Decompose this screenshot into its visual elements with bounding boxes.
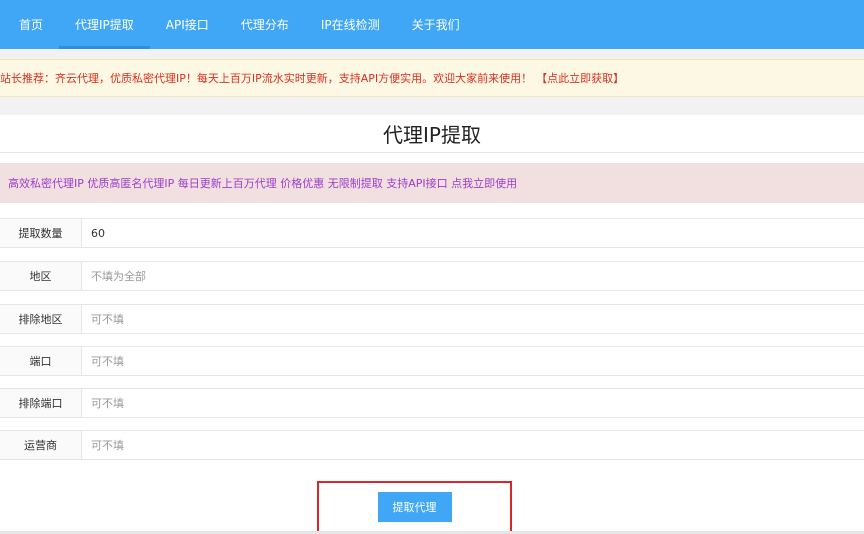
top-nav: 首页 代理IP提取 API接口 代理分布 IP在线检测 关于我们	[0, 0, 864, 49]
nav-item-proxy-extract[interactable]: 代理IP提取	[59, 0, 150, 49]
region-input[interactable]	[82, 262, 864, 290]
region-label: 地区	[0, 262, 82, 290]
form-row-count: 提取数量	[0, 218, 864, 248]
nav-item-ip-check[interactable]: IP在线检测	[305, 0, 396, 49]
submit-highlight-box: 提取代理	[317, 481, 512, 533]
count-input[interactable]	[82, 219, 864, 247]
count-label: 提取数量	[0, 219, 82, 247]
nav-item-api[interactable]: API接口	[150, 0, 225, 49]
exclude-region-input[interactable]	[82, 305, 864, 333]
notice-link[interactable]: 【点此立即获取】	[536, 70, 624, 86]
port-label: 端口	[0, 347, 82, 375]
isp-label: 运营商	[0, 431, 82, 459]
nav-item-about[interactable]: 关于我们	[396, 0, 476, 49]
extract-proxy-button[interactable]: 提取代理	[377, 492, 452, 522]
nav-item-home[interactable]: 首页	[8, 0, 59, 49]
form-row-isp: 运营商	[0, 430, 864, 460]
recommendation-notice: 站长推荐：齐云代理，优质私密代理IP！每天上百万IP流水实时更新，支持API方便…	[0, 59, 864, 97]
isp-input[interactable]	[82, 431, 864, 459]
extract-panel: 代理IP提取 高效私密代理IP 优质高匿名代理IP 每日更新上百万代理 价格优惠…	[0, 115, 864, 534]
notice-text: 站长推荐：齐云代理，优质私密代理IP！每天上百万IP流水实时更新，支持API方便…	[0, 72, 533, 85]
nav-item-proxy-distribution[interactable]: 代理分布	[225, 0, 305, 49]
exclude-port-input[interactable]	[82, 389, 864, 417]
page-title: 代理IP提取	[0, 115, 864, 153]
port-input[interactable]	[82, 347, 864, 375]
exclude-region-label: 排除地区	[0, 305, 82, 333]
form-row-exclude-region: 排除地区	[0, 304, 864, 334]
exclude-port-label: 排除端口	[0, 389, 82, 417]
form-row-region: 地区	[0, 261, 864, 291]
form-row-port: 端口	[0, 346, 864, 376]
promo-banner[interactable]: 高效私密代理IP 优质高匿名代理IP 每日更新上百万代理 价格优惠 无限制提取 …	[0, 163, 864, 203]
form-row-exclude-port: 排除端口	[0, 388, 864, 418]
